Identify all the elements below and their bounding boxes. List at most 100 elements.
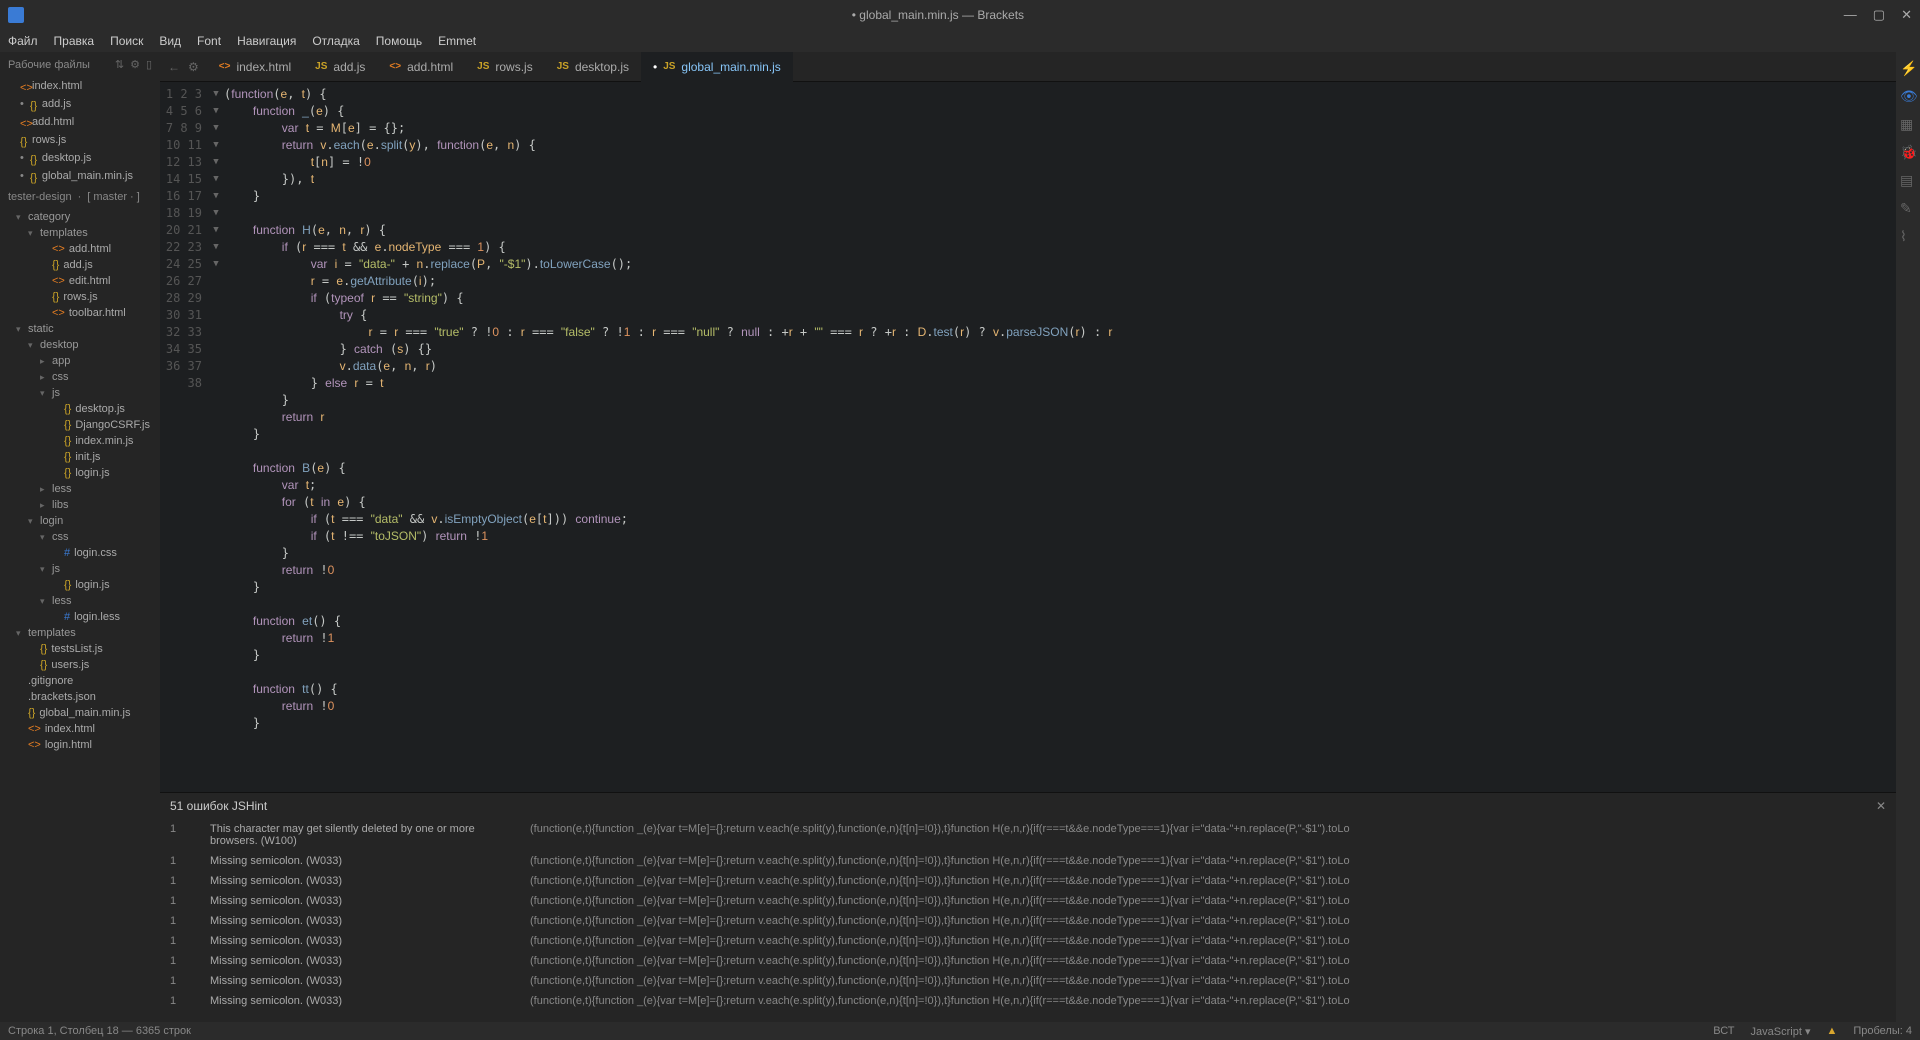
menu-emmet[interactable]: Emmet: [438, 34, 476, 48]
menu-файл[interactable]: Файл: [8, 34, 38, 48]
tree-folder[interactable]: ▾js: [0, 561, 160, 577]
gear-icon[interactable]: ⚙: [188, 60, 199, 74]
tree-folder[interactable]: ▸app: [0, 353, 160, 369]
minimize-icon[interactable]: —: [1844, 7, 1857, 23]
tree-folder[interactable]: ▸libs: [0, 497, 160, 513]
close-icon[interactable]: ✕: [1901, 7, 1912, 23]
warning-icon[interactable]: ▲: [1826, 1025, 1837, 1037]
tree-folder[interactable]: ▾desktop: [0, 337, 160, 353]
tree-file[interactable]: <> index.html: [0, 721, 160, 737]
tab[interactable]: JSdesktop.js: [545, 52, 641, 82]
right-toolbar: ⚡ 👁 ▦ 🐞 ▤ ✎ ⌇: [1896, 52, 1920, 1022]
tab[interactable]: •JSglobal_main.min.js: [641, 52, 793, 82]
sort-icon[interactable]: ⇅: [115, 58, 124, 71]
tree-folder[interactable]: ▸css: [0, 369, 160, 385]
working-files-header: Рабочие файлы ⇅ ⚙ ▯: [0, 52, 160, 77]
project-name: tester-design: [8, 191, 72, 203]
tree-file[interactable]: <> edit.html: [0, 273, 160, 289]
menu-font[interactable]: Font: [197, 34, 221, 48]
menu-отладка[interactable]: Отладка: [312, 34, 359, 48]
file-tree: ▾category▾templates<> add.html{} add.js<…: [0, 209, 160, 1022]
tree-file[interactable]: {} DjangoCSRF.js: [0, 417, 160, 433]
window-title: • global_main.min.js — Brackets: [32, 8, 1844, 22]
working-file[interactable]: <>index.html: [0, 77, 160, 95]
broom-icon[interactable]: ⌇: [1900, 228, 1916, 244]
error-row[interactable]: 1This character may get silently deleted…: [160, 819, 1896, 851]
extensions-icon[interactable]: ▦: [1900, 116, 1916, 132]
menu-поиск[interactable]: Поиск: [110, 34, 143, 48]
menu-навигация[interactable]: Навигация: [237, 34, 296, 48]
tab[interactable]: JSadd.js: [303, 52, 377, 82]
menubar: Файл Правка Поиск Вид Font Навигация Отладка По…: [0, 30, 1920, 52]
working-file[interactable]: {}rows.js: [0, 131, 160, 149]
tree-folder[interactable]: ▸less: [0, 481, 160, 497]
menu-помощь[interactable]: Помощь: [376, 34, 422, 48]
split-icon[interactable]: ▯: [146, 58, 152, 71]
tree-file[interactable]: <> login.html: [0, 737, 160, 753]
tree-folder[interactable]: ▾category: [0, 209, 160, 225]
editor-area: ← ⚙ <>index.htmlJSadd.js<>add.htmlJSrows…: [160, 52, 1896, 1022]
errors-panel: 51 ошибок JSHint ✕ 1This character may g…: [160, 792, 1896, 1022]
working-file[interactable]: {}desktop.js: [0, 149, 160, 167]
sidebar: Рабочие файлы ⇅ ⚙ ▯ <>index.html{}add.js…: [0, 52, 160, 1022]
close-panel-icon[interactable]: ✕: [1876, 799, 1886, 813]
tree-file[interactable]: # login.css: [0, 545, 160, 561]
brush-icon[interactable]: ✎: [1900, 200, 1916, 216]
tree-folder[interactable]: ▾less: [0, 593, 160, 609]
tree-file[interactable]: {} users.js: [0, 657, 160, 673]
tree-file[interactable]: {} global_main.min.js: [0, 705, 160, 721]
insert-mode[interactable]: ВСТ: [1713, 1025, 1734, 1037]
bug-icon[interactable]: 🐞: [1900, 144, 1916, 160]
tree-file[interactable]: {} rows.js: [0, 289, 160, 305]
tree-folder[interactable]: ▾static: [0, 321, 160, 337]
tree-file[interactable]: <> toolbar.html: [0, 305, 160, 321]
tree-file[interactable]: {} login.js: [0, 577, 160, 593]
tree-file[interactable]: {} index.min.js: [0, 433, 160, 449]
project-header[interactable]: tester-design · [ master · ]: [0, 185, 160, 209]
error-row[interactable]: 1Missing semicolon. (W033)(function(e,t)…: [160, 911, 1896, 931]
tree-file[interactable]: {} desktop.js: [0, 401, 160, 417]
error-row[interactable]: 1Missing semicolon. (W033)(function(e,t)…: [160, 851, 1896, 871]
live-preview-icon[interactable]: ⚡: [1900, 60, 1916, 76]
tree-file[interactable]: {} add.js: [0, 257, 160, 273]
menu-правка[interactable]: Правка: [54, 34, 95, 48]
tree-file[interactable]: .gitignore: [0, 673, 160, 689]
tree-folder[interactable]: ▾login: [0, 513, 160, 529]
tab[interactable]: <>index.html: [207, 52, 303, 82]
tree-file[interactable]: {} init.js: [0, 449, 160, 465]
error-row[interactable]: 1Missing semicolon. (W033)(function(e,t)…: [160, 951, 1896, 971]
error-row[interactable]: 1Missing semicolon. (W033)(function(e,t)…: [160, 871, 1896, 891]
error-row[interactable]: 1Missing semicolon. (W033)(function(e,t)…: [160, 991, 1896, 1011]
app-logo-icon: [8, 7, 24, 23]
tree-file[interactable]: <> add.html: [0, 241, 160, 257]
gear-icon[interactable]: ⚙: [130, 58, 140, 71]
working-file[interactable]: <>add.html: [0, 113, 160, 131]
titlebar: • global_main.min.js — Brackets — ▢ ✕: [0, 0, 1920, 30]
tree-file[interactable]: {} testsList.js: [0, 641, 160, 657]
tab[interactable]: <>add.html: [377, 52, 465, 82]
tree-file[interactable]: {} login.js: [0, 465, 160, 481]
tree-folder[interactable]: ▾css: [0, 529, 160, 545]
statusbar: Строка 1, Столбец 18 — 6365 строк ВСТ Ja…: [0, 1022, 1920, 1040]
eye-icon[interactable]: 👁: [1900, 88, 1916, 104]
menu-вид[interactable]: Вид: [159, 34, 181, 48]
layers-icon[interactable]: ▤: [1900, 172, 1916, 188]
tab[interactable]: JSrows.js: [465, 52, 545, 82]
code-editor[interactable]: (function(e, t) { function _(e) { var t …: [224, 82, 1896, 792]
tree-folder[interactable]: ▾templates: [0, 225, 160, 241]
cursor-position: Строка 1, Столбец 18 — 6365 строк: [8, 1025, 191, 1037]
indent-setting[interactable]: Пробелы: 4: [1853, 1025, 1912, 1037]
fold-gutter[interactable]: ▼ ▼ ▼ ▼ ▼ ▼ ▼ ▼ ▼ ▼ ▼: [208, 82, 224, 792]
error-row[interactable]: 1Missing semicolon. (W033)(function(e,t)…: [160, 891, 1896, 911]
working-file[interactable]: {}add.js: [0, 95, 160, 113]
tree-folder[interactable]: ▾templates: [0, 625, 160, 641]
error-row[interactable]: 1Missing semicolon. (W033)(function(e,t)…: [160, 971, 1896, 991]
error-row[interactable]: 1Missing semicolon. (W033)(function(e,t)…: [160, 931, 1896, 951]
maximize-icon[interactable]: ▢: [1873, 7, 1885, 23]
language-picker[interactable]: JavaScript ▾: [1751, 1025, 1811, 1038]
working-file[interactable]: {}global_main.min.js: [0, 167, 160, 185]
nav-back-icon[interactable]: ←: [168, 60, 180, 74]
tree-file[interactable]: # login.less: [0, 609, 160, 625]
tree-file[interactable]: .brackets.json: [0, 689, 160, 705]
tree-folder[interactable]: ▾js: [0, 385, 160, 401]
